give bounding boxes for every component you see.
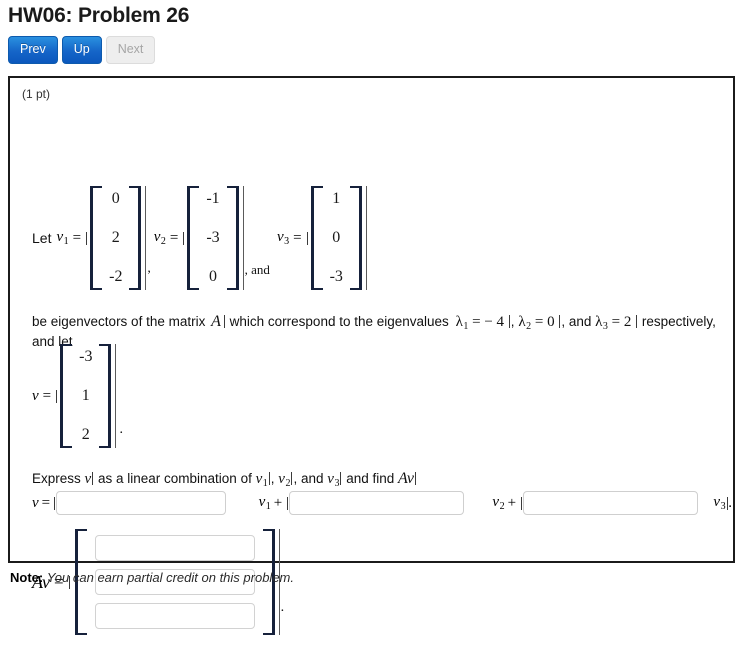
vector-separator: , [147, 260, 151, 275]
vector-v-entry: -3 [79, 348, 93, 365]
vector-v1-entry: 0 [111, 190, 120, 207]
caret-artifact-8 [508, 315, 510, 328]
eigenvalue-sentence: be eigenvectors of the matrix A which co… [32, 312, 732, 350]
instruction-suffix: and find [346, 471, 395, 486]
instruction-v1: v1 [255, 471, 268, 489]
v2-symbol: v2 [153, 229, 166, 247]
lambda2-expr: λ2 = 0 [518, 314, 555, 332]
note-label: Note: [10, 570, 44, 585]
up-button[interactable]: Up [61, 36, 102, 64]
instruction-av-symbol: Av [398, 470, 415, 487]
combo-lhs-symbol: v [32, 494, 39, 511]
caret-artifact-10 [636, 315, 638, 328]
prev-button[interactable]: Prev [8, 36, 58, 64]
coefficient-1-label: v1 [258, 494, 271, 512]
caret-artifact-5 [306, 231, 308, 245]
instruction-prefix: Express [32, 471, 81, 486]
vector-v3: 1 0 -3 [310, 186, 367, 290]
vector-v2-entry: -1 [206, 190, 220, 207]
caret-artifact-18 [54, 496, 55, 510]
caret-artifact-13 [92, 472, 94, 485]
vector-v: -3 1 2 [60, 344, 117, 448]
equals-sign-v: = [42, 387, 52, 404]
equals-sign-v1: = [72, 229, 82, 246]
instruction-and: , and [293, 471, 324, 486]
plus-sign-2: + [507, 494, 517, 511]
vector-v2: -1 -3 0 [187, 186, 244, 290]
vector-and-label: , and [244, 262, 270, 277]
linear-combination-row: v = v1 + v2 + v3. [32, 491, 732, 515]
caret-artifact-2 [145, 186, 147, 290]
v-trailing-period: . [119, 422, 123, 437]
caret-artifact-7 [223, 315, 225, 328]
matrix-a-symbol: A [211, 313, 221, 330]
sentence-part2: which correspond to the eigenvalues [229, 314, 449, 329]
instruction-line: Express v as a linear combination of v1,… [32, 470, 417, 489]
eig-sep-1: , [510, 314, 515, 329]
note-text: You can earn partial credit on this prob… [46, 570, 294, 585]
caret-artifact-20 [521, 496, 522, 510]
eig-and-label: , and [561, 314, 592, 329]
instruction-v-symbol: v [84, 471, 92, 487]
page-title: HW06: Problem 26 [8, 4, 190, 27]
instruction-sep-1: , [270, 471, 275, 486]
coefficient-1-input[interactable] [55, 491, 226, 515]
av-entry-3-input[interactable] [94, 603, 255, 629]
vector-v-entry: 1 [81, 387, 90, 405]
problem-panel: (1 pt) Let v1 = 0 2 -2 , v2 = -1 -3 0 , … [8, 76, 735, 635]
vector-v-entry: 2 [81, 426, 90, 444]
plus-sign-1: + [273, 494, 283, 511]
equals-sign-v3: = [293, 229, 302, 246]
vector-v1-entry: -2 [109, 268, 123, 286]
av-entry-1-input[interactable] [94, 535, 255, 561]
instruction-middle: as a linear combination of [97, 471, 252, 486]
coefficient-3-input[interactable] [522, 491, 698, 515]
nav-buttons: Prev Up Next [8, 36, 743, 64]
caret-artifact-6 [365, 186, 367, 290]
caret-artifact-11 [56, 389, 58, 403]
lambda1-expr: λ1 = − 4 [455, 314, 505, 332]
combo-trailing-period: . [728, 494, 733, 511]
partial-credit-note: Note: You can earn partial credit on thi… [10, 570, 294, 585]
points-label: (1 pt) [22, 87, 51, 101]
caret-artifact-19 [287, 496, 288, 510]
caret-artifact-4 [242, 186, 244, 290]
vector-v2-entry: -3 [206, 229, 220, 247]
equals-sign-v2: = [169, 229, 179, 246]
vector-v3-entry: -3 [329, 268, 343, 286]
caret-artifact-1 [86, 231, 88, 245]
vector-v2-entry: 0 [208, 268, 217, 286]
caret-artifact-16 [340, 472, 342, 485]
vector-v1: 0 2 -2 [90, 186, 147, 290]
v1-symbol: v1 [56, 229, 69, 247]
caret-artifact-3 [183, 231, 185, 245]
v-symbol: v [32, 387, 39, 404]
v3-symbol: v3 [276, 229, 290, 247]
instruction-v2: v2 [278, 471, 291, 489]
caret-artifact-12 [115, 344, 117, 448]
sentence-part1: be eigenvectors of the matrix [32, 314, 206, 329]
vector-v3-entry: 1 [332, 190, 341, 207]
coefficient-2-input[interactable] [288, 491, 464, 515]
vector-v1-entry: 2 [111, 229, 120, 247]
combo-equals-sign: = [41, 494, 51, 511]
caret-artifact-21 [726, 496, 728, 510]
lambda3-expr: λ3 = 2 [595, 314, 632, 332]
vector-v3-entry: 0 [332, 229, 341, 247]
next-button: Next [105, 36, 156, 64]
av-trailing-period: . [280, 600, 285, 615]
caret-artifact-17 [415, 472, 417, 485]
instruction-v3: v3 [327, 471, 340, 489]
caret-artifact-14 [268, 472, 270, 485]
v-definition: v = -3 1 2 . [32, 340, 123, 452]
coefficient-2-label: v2 [492, 494, 505, 512]
let-label: Let [32, 230, 52, 246]
coefficient-3-label: v3 [713, 494, 726, 512]
eigenvector-definitions: Let v1 = 0 2 -2 , v2 = -1 -3 0 , and v3 … [32, 182, 367, 294]
